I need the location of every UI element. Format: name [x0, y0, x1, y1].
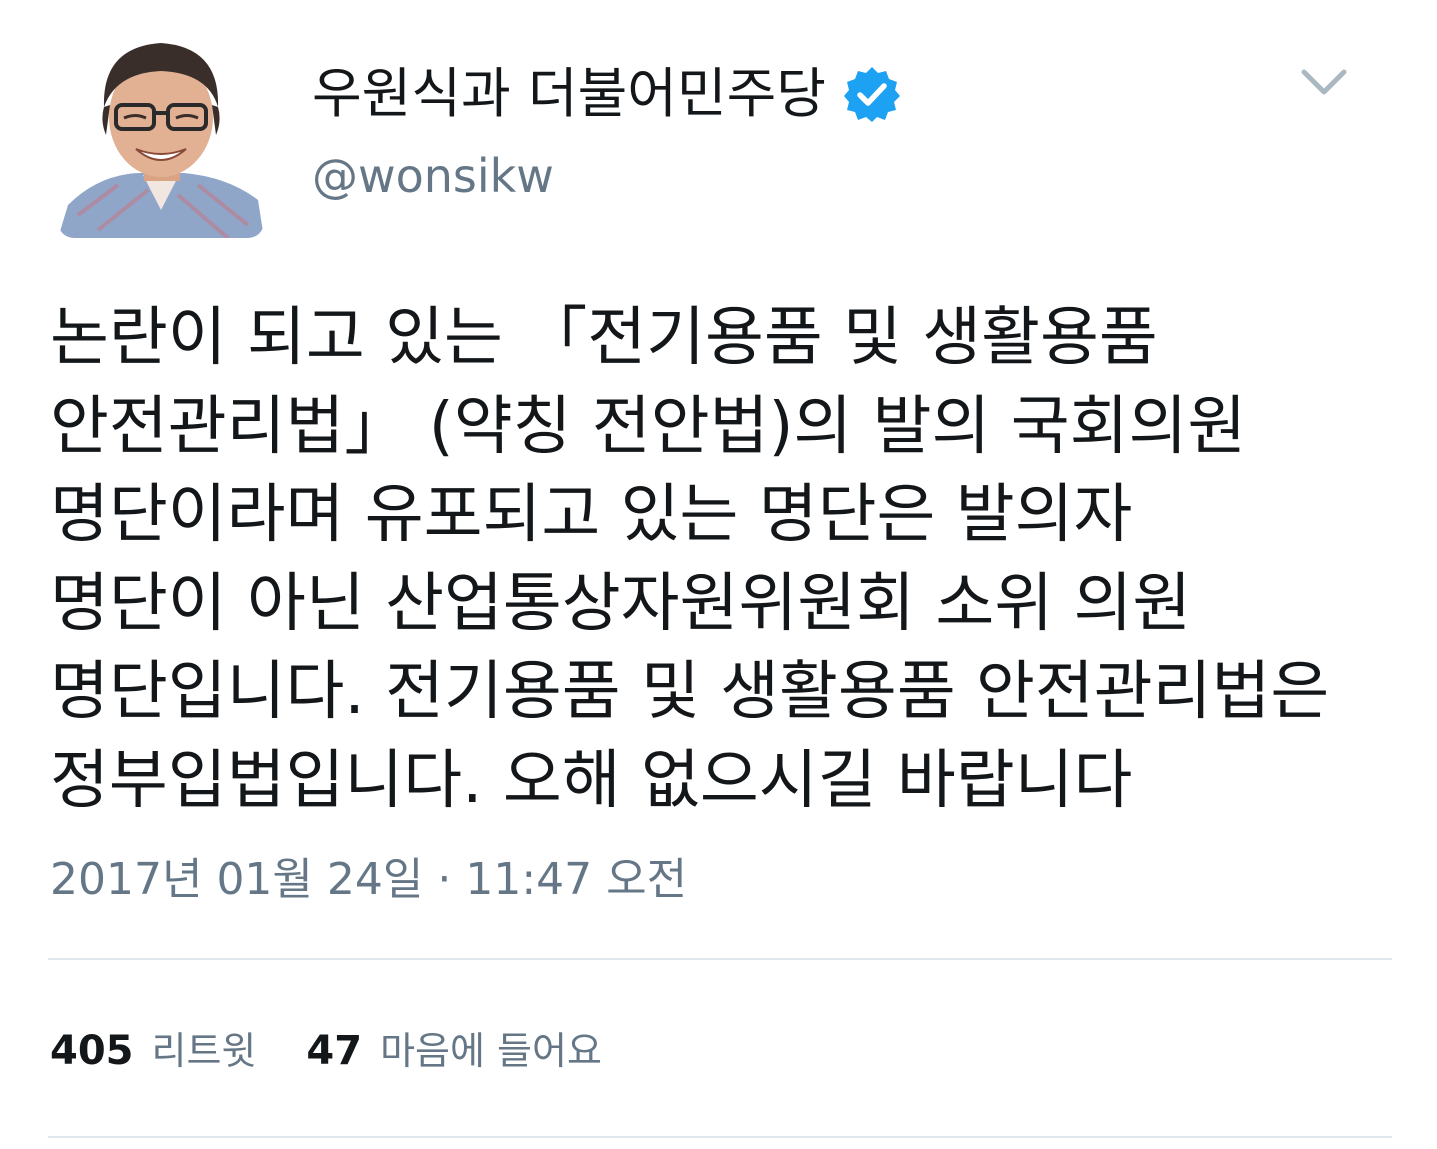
like-count: 47	[306, 1028, 363, 1074]
retweet-count: 405	[50, 1028, 134, 1074]
tweet-text-line: 명단입니다. 전기용품 및 생활용품 안전관리법은	[50, 655, 1330, 729]
tweet-text: 논란이 되고 있는 「전기용품 및 생활용품 안전관리법」 (약칭 전안법)의 …	[50, 294, 1410, 825]
tweet-timestamp[interactable]: 2017년 01월 24일 · 11:47 오전	[50, 852, 687, 908]
avatar[interactable]	[58, 25, 264, 238]
like-label: 마음에 들어요	[380, 1029, 602, 1073]
like-stat[interactable]: 47 마음에 들어요	[306, 1024, 602, 1078]
chevron-down-icon[interactable]	[1296, 62, 1352, 102]
verified-badge-icon	[842, 64, 902, 124]
divider	[48, 1136, 1392, 1138]
divider	[48, 958, 1392, 960]
tweet-detail: 우원식과 더불어민주당 @wonsikw 논란이 되고 있는 「전기용품 및 생…	[0, 0, 1437, 1149]
profile-photo	[58, 25, 264, 238]
retweet-label: 리트윗	[151, 1029, 257, 1073]
tweet-text-line: 명단이 아닌 산업통상자원위원회 소위 의원	[50, 566, 1192, 641]
author-handle[interactable]: @wonsikw	[312, 146, 554, 206]
tweet-text-line: 논란이 되고 있는 「전기용품 및 생활용품	[50, 301, 1158, 375]
display-name[interactable]: 우원식과 더불어민주당	[312, 58, 826, 130]
retweet-stat[interactable]: 405 리트윗	[50, 1024, 256, 1078]
tweet-text-line: 정부입법입니다. 오해 없으시길 바랍니다	[50, 743, 1133, 818]
tweet-text-line: 안전관리법」 (약칭 전안법)의 발의 국회의원	[50, 389, 1247, 464]
tweet-stats: 405 리트윗 47 마음에 들어요	[50, 1024, 652, 1078]
tweet-text-line: 명단이라며 유포되고 있는 명단은 발의자	[50, 478, 1133, 552]
author-name-row[interactable]: 우원식과 더불어민주당	[312, 58, 902, 130]
